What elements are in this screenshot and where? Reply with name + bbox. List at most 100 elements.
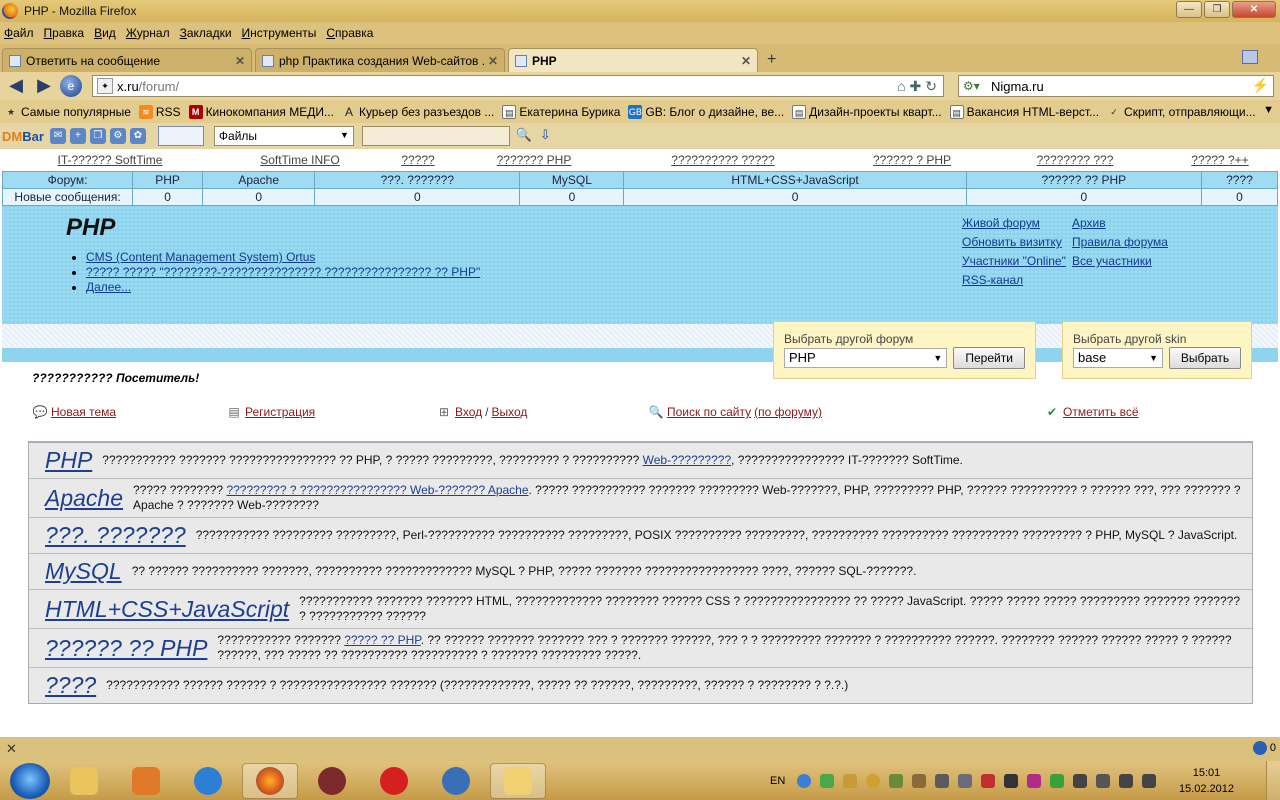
tab-reply[interactable]: Ответить на сообщение ✕ [2, 48, 252, 72]
stats-forum-cell[interactable]: ?????? ?? PHP [965, 171, 1202, 189]
forum-search-link[interactable]: (по форуму) [754, 405, 822, 419]
tray-icon[interactable] [1004, 773, 1019, 788]
forward-button[interactable]: ▶ [32, 76, 56, 96]
signal-icon[interactable] [1119, 773, 1134, 788]
tab-list-icon[interactable] [1242, 50, 1258, 64]
go-button[interactable]: Перейти [953, 347, 1025, 369]
language-indicator[interactable]: EN [770, 775, 785, 787]
flag-icon[interactable] [1073, 773, 1088, 788]
reload-icon[interactable]: ↻ [925, 78, 937, 95]
tab-php[interactable]: PHP ✕ [508, 48, 758, 72]
forum-desc-link[interactable]: ????? ?? PHP [344, 633, 421, 647]
topic-link[interactable]: CMS (Content Management System) Ortus [86, 250, 315, 264]
stats-forum-cell[interactable]: ???. ??????? [314, 171, 521, 189]
bookmark-item[interactable]: ▤ Дизайн-проекты кварт... [792, 104, 942, 119]
bookmark-item[interactable]: ✓ Скрипт, отправляющи... [1107, 105, 1255, 119]
forum-name-link[interactable]: ?????? ?? PHP [45, 635, 207, 662]
forum-desc-link[interactable]: ????????? ? ???????????????? Web-???????… [226, 483, 528, 497]
bookmark-item[interactable]: GB GB: Блог о дизайне, ве... [628, 104, 784, 119]
stats-forum-cell[interactable]: HTML+CSS+JavaScript [623, 171, 967, 189]
live-forum-link[interactable]: Живой форум [962, 214, 1066, 233]
forum-name-link[interactable]: MySQL [45, 558, 122, 585]
chevron-down-icon[interactable]: ▼ [1263, 104, 1274, 116]
more-link[interactable]: Далее... [86, 280, 131, 294]
topic-link[interactable]: ????? ????? "????????-??????????????? ??… [86, 265, 480, 279]
add-bookmark-icon[interactable]: ✚ [910, 78, 922, 95]
stats-forum-cell[interactable]: Apache [202, 171, 316, 189]
bookmark-item[interactable]: A Курьер без разъездов ... [342, 105, 494, 119]
tray-icon[interactable] [958, 773, 973, 788]
search-icon[interactable]: 🔍 [516, 127, 534, 145]
dmbar-widget[interactable] [157, 126, 204, 146]
online-users-link[interactable]: Участники "Online" [962, 252, 1066, 271]
tray-icon[interactable] [935, 773, 950, 788]
dmbar-logo[interactable]: DMBar [2, 129, 44, 144]
forum-name-link[interactable]: ???. ??????? [45, 522, 186, 549]
close-window-button[interactable]: ✕ [1232, 1, 1276, 18]
taskbar-opera[interactable] [366, 763, 422, 799]
new-topic-link[interactable]: Новая тема [51, 405, 116, 419]
bookmark-item[interactable]: ★ Самые популярные [4, 105, 131, 119]
menu-tools[interactable]: Инструменты [242, 26, 317, 40]
tray-icon[interactable] [797, 773, 812, 788]
nav-link[interactable]: ????? [380, 153, 456, 167]
menu-edit[interactable]: Правка [44, 26, 85, 40]
tray-icon[interactable] [1027, 773, 1042, 788]
forum-select[interactable]: PHP ▼ [784, 348, 948, 368]
files-select[interactable]: Файлы ▼ [213, 126, 354, 146]
nav-link[interactable]: ??????? PHP [456, 153, 612, 167]
tray-icon[interactable] [889, 773, 904, 788]
nav-link[interactable]: ???????? ??? [990, 153, 1160, 167]
taskbar-explorer[interactable] [56, 763, 112, 799]
tab-php-practice[interactable]: php Практика создания Web-сайтов ... ✕ [255, 48, 505, 72]
forum-name-link[interactable]: PHP [45, 447, 92, 474]
tray-icon[interactable] [843, 773, 858, 788]
forum-name-link[interactable]: ???? [45, 672, 96, 699]
search-engine-icon[interactable]: ⚙▾ [963, 79, 991, 93]
tab-close-icon[interactable]: ✕ [235, 54, 245, 68]
menu-view[interactable]: Вид [94, 26, 116, 40]
stats-forum-cell[interactable]: MySQL [519, 171, 625, 189]
gear-icon[interactable]: ⚙ [109, 128, 126, 144]
tray-icon[interactable] [1050, 773, 1065, 788]
forum-name-link[interactable]: Apache [45, 485, 123, 512]
archive-link[interactable]: Архив [1072, 214, 1168, 233]
taskbar-ie[interactable] [180, 763, 236, 799]
menu-file[interactable]: Файл [4, 26, 34, 40]
copy-icon[interactable]: ❐ [89, 128, 106, 144]
start-button[interactable] [10, 762, 50, 799]
search-bar[interactable]: ⚙▾ Nigma.ru ⚡ [958, 75, 1274, 97]
taskbar-thunderbird[interactable] [428, 763, 484, 799]
taskbar-media[interactable] [304, 763, 360, 799]
addon-status-icon[interactable] [1252, 741, 1267, 755]
all-members-link[interactable]: Все участники [1072, 252, 1168, 271]
tray-icon[interactable] [981, 773, 996, 788]
forum-name-link[interactable]: HTML+CSS+JavaScript [45, 596, 289, 623]
download-icon[interactable]: ⇩ [540, 127, 558, 145]
mark-all-link[interactable]: Отметить всё [1063, 405, 1139, 419]
ie-tab-icon[interactable]: e [60, 75, 82, 97]
close-icon[interactable]: ✕ [6, 741, 17, 757]
show-desktop-button[interactable] [1266, 761, 1280, 800]
dmbar-search-input[interactable] [361, 126, 510, 146]
forum-desc-link[interactable]: Web-????????? [643, 453, 732, 467]
chat-icon[interactable]: ✉ [49, 128, 66, 144]
minimize-button[interactable]: — [1176, 1, 1202, 18]
logout-link[interactable]: Выход [492, 405, 528, 419]
plugin-icon[interactable]: ✿ [129, 128, 146, 144]
url-bar[interactable]: ✦ x.ru /forum/ ⌂ ✚ ↻ [92, 75, 944, 97]
tray-icon[interactable] [1096, 773, 1111, 788]
bookmark-item[interactable]: ≋ RSS [138, 104, 181, 119]
nav-link[interactable]: SoftTime INFO [220, 153, 380, 167]
tray-icon[interactable] [820, 773, 835, 788]
taskbar-mail[interactable] [490, 762, 546, 799]
apply-skin-button[interactable]: Выбрать [1169, 347, 1241, 369]
rss-link[interactable]: RSS-канал [962, 271, 1066, 290]
update-card-link[interactable]: Обновить визитку [962, 233, 1066, 252]
volume-icon[interactable] [1142, 773, 1157, 788]
search-go-icon[interactable]: ⚡ [1252, 77, 1269, 94]
bookmark-item[interactable]: ▤ Вакансия HTML-верст... [949, 104, 1099, 119]
nav-link[interactable]: ?????????? ????? [612, 153, 834, 167]
nav-link[interactable]: ?????? ? PHP [834, 153, 990, 167]
stats-forum-cell[interactable]: PHP [132, 171, 204, 189]
